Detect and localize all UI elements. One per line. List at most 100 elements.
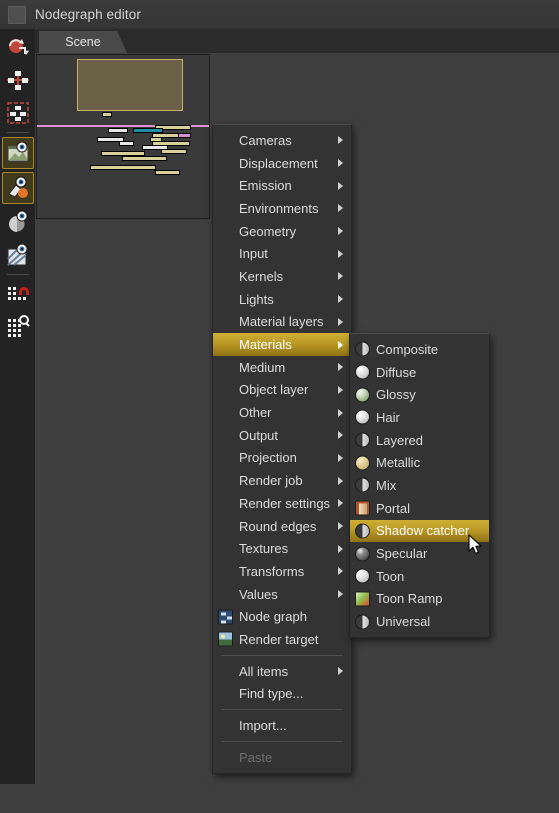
menu-item-label: Round edges (239, 518, 317, 534)
chevron-right-icon (338, 295, 343, 304)
toolbar-button-film-preview[interactable] (1, 137, 34, 169)
menu-item-render-target[interactable]: Render target (213, 628, 351, 651)
menu-item-geometry[interactable]: Geometry (213, 220, 351, 243)
context-menu[interactable]: Cameras Displacement Emission Environments G… (212, 124, 352, 774)
menu-item-emission[interactable]: Emission (213, 174, 351, 197)
chevron-right-icon (338, 340, 343, 349)
material-sphere-white-icon (355, 364, 370, 380)
tab-scene[interactable]: Scene (39, 31, 127, 53)
nodegraph-node-bar[interactable] (154, 169, 180, 175)
toolbar-button-scene-transform[interactable] (3, 32, 33, 62)
submenu-item-label: Mix (376, 477, 397, 493)
menu-item-textures[interactable]: Textures (213, 537, 351, 560)
menu-item-cameras[interactable]: Cameras (213, 129, 351, 152)
menu-item-transforms[interactable]: Transforms (213, 560, 351, 583)
menu-item-round-edges[interactable]: Round edges (213, 515, 351, 538)
sphere-preview-icon (8, 210, 27, 233)
menu-item-input[interactable]: Input (213, 242, 351, 265)
nodegraph-node-bar[interactable] (102, 112, 112, 118)
materials-submenu[interactable]: Composite Diffuse Glossy Hair Layered Metalli… (349, 333, 490, 638)
submenu-item-metallic[interactable]: Metallic (350, 451, 489, 474)
submenu-item-specular[interactable]: Specular (350, 542, 489, 565)
chevron-right-icon (338, 431, 343, 440)
menu-item-label: Geometry (239, 223, 297, 239)
menu-item-environments[interactable]: Environments (213, 197, 351, 220)
menu-item-other[interactable]: Other (213, 401, 351, 424)
submenu-item-label: Hair (376, 409, 400, 425)
submenu-item-toon[interactable]: Toon (350, 565, 489, 588)
chevron-right-icon (338, 499, 343, 508)
menu-item-label: Emission (239, 178, 292, 194)
menu-item-label: All items (239, 663, 289, 679)
menu-item-find-type[interactable]: Find type... (213, 683, 351, 706)
menu-item-render-job[interactable]: Render job (213, 469, 351, 492)
toolbar-button-shading-preview[interactable] (3, 240, 33, 270)
tab-strip: Scene (35, 29, 559, 54)
submenu-item-hair[interactable]: Hair (350, 406, 489, 429)
material-sphere-half-icon (355, 477, 370, 493)
menu-item-lights[interactable]: Lights (213, 288, 351, 311)
nodegraph-node-bar[interactable] (161, 149, 188, 155)
material-sphere-dark-icon (355, 546, 370, 562)
submenu-item-shadow-catcher[interactable]: Shadow catcher (350, 519, 489, 543)
menu-item-kernels[interactable]: Kernels (213, 265, 351, 288)
submenu-item-label: Layered (376, 432, 423, 448)
toolbar-button-snap-magnet[interactable] (3, 279, 33, 309)
menu-item-label: Medium (239, 359, 286, 375)
nodegraph-preview-panel[interactable] (36, 54, 210, 219)
menu-item-node-graph[interactable]: Node graph (213, 605, 351, 628)
menu-item-label: Textures (239, 541, 289, 557)
menu-item-values[interactable]: Values (213, 583, 351, 606)
title-bar: Nodegraph editor (0, 0, 559, 30)
menu-item-all-items[interactable]: All items (213, 660, 351, 683)
menu-item-label: Render target (239, 631, 319, 647)
submenu-item-glossy[interactable]: Glossy (350, 383, 489, 406)
menu-item-label: Kernels (239, 268, 284, 284)
menu-item-output[interactable]: Output (213, 424, 351, 447)
nodegraph-node-bar[interactable] (121, 155, 167, 161)
toolbar-button-node-group[interactable] (3, 98, 33, 128)
submenu-item-label: Composite (376, 341, 439, 357)
material-sphere-half-icon (355, 432, 370, 448)
nodegraph-node-bar[interactable] (178, 132, 191, 138)
menu-item-label: Material layers (239, 314, 324, 330)
menu-item-label: Lights (239, 291, 274, 307)
menu-item-displacement[interactable]: Displacement (213, 152, 351, 175)
chevron-right-icon (338, 227, 343, 236)
menu-item-label: Input (239, 246, 268, 262)
window-title: Nodegraph editor (35, 7, 141, 22)
submenu-item-layered[interactable]: Layered (350, 429, 489, 452)
nodegraph-node-bar[interactable] (108, 127, 129, 133)
menu-item-medium[interactable]: Medium (213, 356, 351, 379)
menu-item-label: Other (239, 405, 272, 421)
menu-item-projection[interactable]: Projection (213, 447, 351, 470)
chevron-right-icon (338, 317, 343, 326)
submenu-item-label: Specular (376, 546, 428, 562)
chevron-right-icon (338, 544, 343, 553)
toolbar-button-grid-settings[interactable] (3, 312, 33, 342)
menu-item-label: Paste (239, 749, 273, 765)
menu-item-render-settings[interactable]: Render settings (213, 492, 351, 515)
nodegraph-node-bar[interactable] (119, 141, 134, 147)
submenu-item-composite[interactable]: Composite (350, 338, 489, 361)
submenu-item-label: Diffuse (376, 364, 417, 380)
submenu-item-mix[interactable]: Mix (350, 474, 489, 497)
nodegraph-main-node[interactable] (77, 59, 183, 111)
submenu-item-label: Toon (376, 568, 405, 584)
nodegraph-node-bar[interactable] (89, 164, 157, 170)
menu-item-import[interactable]: Import... (213, 714, 351, 737)
toolbar-button-paint-preview[interactable] (1, 172, 34, 204)
submenu-item-portal[interactable]: Portal (350, 497, 489, 520)
toolbar-button-node-links[interactable] (3, 65, 33, 95)
chevron-right-icon (338, 453, 343, 462)
toolbar-button-sphere-preview[interactable] (3, 207, 33, 237)
menu-item-object-layer[interactable]: Object layer (213, 379, 351, 402)
submenu-item-toon-ramp[interactable]: Toon Ramp (350, 588, 489, 611)
submenu-item-universal[interactable]: Universal (350, 610, 489, 633)
menu-item-material-layers[interactable]: Material layers (213, 311, 351, 334)
submenu-item-diffuse[interactable]: Diffuse (350, 361, 489, 384)
menu-item-label: Node graph (239, 609, 307, 625)
menu-item-label: Values (239, 586, 278, 602)
menu-item-materials[interactable]: Materials (213, 333, 351, 356)
toolbar-separator (6, 274, 29, 275)
